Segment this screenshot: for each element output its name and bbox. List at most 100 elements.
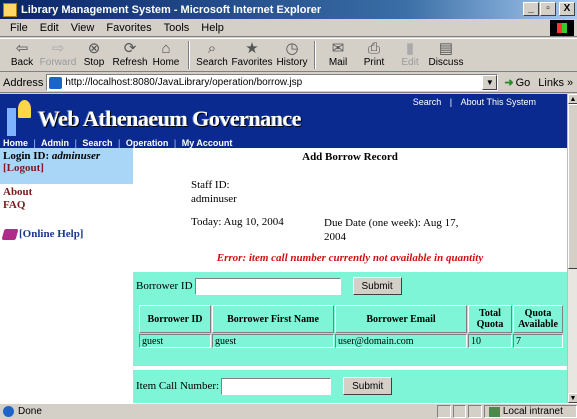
top-links: Search | About This System xyxy=(410,97,539,107)
print-label: Print xyxy=(363,57,385,68)
go-button[interactable]: ➜ Go xyxy=(504,76,531,90)
login-box: Login ID: adminuser [Logout] xyxy=(0,148,133,184)
go-label: Go xyxy=(515,76,531,89)
borrower-id-label: Borrower ID xyxy=(136,280,193,292)
toolbar-separator xyxy=(188,41,190,69)
stop-label: Stop xyxy=(83,57,105,68)
address-input[interactable]: http://localhost:8080/JavaLibrary/operat… xyxy=(46,74,499,91)
refresh-label: Refresh xyxy=(112,57,148,68)
staff-info: Staff ID: adminuser xyxy=(191,178,237,206)
browser-toolbar: ⇦ Back ⇨ Forward ⊗ Stop ⟳ Refresh ⌂ Home… xyxy=(0,38,577,72)
sidebar-item-faq[interactable]: FAQ xyxy=(3,199,130,211)
scrollbar-thumb[interactable] xyxy=(568,104,577,269)
menu-view[interactable]: View xyxy=(65,22,101,34)
nav-separator: | xyxy=(74,138,77,148)
nav-search[interactable]: Search xyxy=(82,138,112,148)
home-icon: ⌂ xyxy=(161,40,171,57)
status-cell xyxy=(468,405,482,418)
mail-label: Mail xyxy=(328,57,348,68)
due-date: Due Date (one week): Aug 17, 2004 xyxy=(324,217,459,243)
printer-icon: ⎙ xyxy=(367,40,380,57)
restore-button[interactable]: ▫ xyxy=(540,2,556,16)
minimize-button[interactable]: _ xyxy=(523,2,539,16)
book-icon xyxy=(1,228,19,240)
address-bar: Address http://localhost:8080/JavaLibrar… xyxy=(0,73,577,93)
col-borrower-id: Borrower ID xyxy=(139,305,211,333)
favorites-button[interactable]: ★ Favorites xyxy=(230,39,274,71)
login-id-value: adminuser xyxy=(51,150,101,162)
mail-button[interactable]: ✉ Mail xyxy=(320,39,356,71)
nav-operation[interactable]: Operation xyxy=(126,138,169,148)
site-name: Web Athenaeum Governance xyxy=(38,106,302,131)
window-controls: _ ▫ X xyxy=(523,2,575,16)
top-link-separator: | xyxy=(449,97,453,107)
menu-tools[interactable]: Tools xyxy=(158,22,196,34)
site-logo-icon xyxy=(7,100,33,136)
security-zone: Local intranet xyxy=(483,405,577,418)
status-bar: Done Local intranet xyxy=(0,403,577,419)
links-button[interactable]: Links » xyxy=(538,77,573,89)
stop-button[interactable]: ⊗ Stop xyxy=(76,39,112,71)
print-button[interactable]: ⎙ Print xyxy=(356,39,392,71)
cell-total-quota: 10 xyxy=(468,334,512,348)
scroll-down-arrow-icon[interactable]: ▼ xyxy=(568,393,577,403)
status-cell xyxy=(452,405,467,418)
top-link-search[interactable]: Search xyxy=(413,97,442,107)
favorites-icon: ★ xyxy=(245,40,259,57)
cell-quota-available: 7 xyxy=(513,334,563,348)
cell-first-name: guest xyxy=(212,334,334,348)
item-submit-button[interactable]: Submit xyxy=(343,377,393,395)
sidebar-item-about[interactable]: About xyxy=(3,186,130,198)
scroll-up-arrow-icon[interactable]: ▲ xyxy=(568,94,577,104)
item-call-number-label: Item Call Number: xyxy=(136,380,220,392)
menu-favorites[interactable]: Favorites xyxy=(100,22,157,34)
zone-label: Local intranet xyxy=(502,406,563,417)
close-button[interactable]: X xyxy=(559,2,575,16)
history-label: History xyxy=(276,57,308,68)
mail-icon: ✉ xyxy=(331,40,345,57)
address-url: http://localhost:8080/JavaLibrary/operat… xyxy=(65,77,303,88)
menu-bar: File Edit View Favorites Tools Help xyxy=(0,19,577,37)
discuss-label: Discuss xyxy=(428,57,464,68)
sidebar-links: About FAQ xyxy=(0,184,133,214)
search-button[interactable]: ⌕ Search xyxy=(194,39,230,71)
item-form: Item Call Number: Submit xyxy=(133,370,567,400)
vertical-scrollbar[interactable]: ▲ ▼ xyxy=(567,94,577,403)
search-label: Search xyxy=(196,57,228,68)
back-button[interactable]: ⇦ Back xyxy=(4,39,40,71)
discuss-button[interactable]: ▤ Discuss xyxy=(428,39,464,71)
col-total-quota: Total Quota xyxy=(468,305,512,333)
nav-separator: | xyxy=(173,138,177,148)
forward-button[interactable]: ⇨ Forward xyxy=(40,39,77,71)
item-call-number-input[interactable] xyxy=(221,377,332,395)
home-button[interactable]: ⌂ Home xyxy=(148,39,184,71)
nav-admin[interactable]: Admin xyxy=(41,138,69,148)
login-id: Login ID: adminuser xyxy=(3,150,130,162)
nav-my-account[interactable]: My Account xyxy=(182,138,233,148)
edit-icon: ▮ xyxy=(405,40,415,57)
home-label: Home xyxy=(152,57,180,68)
cell-email: user@domain.com xyxy=(335,334,467,348)
menu-edit[interactable]: Edit xyxy=(34,22,65,34)
menu-file[interactable]: File xyxy=(4,22,34,34)
menu-help[interactable]: Help xyxy=(195,22,230,34)
error-message: Error: item call number currently not av… xyxy=(216,252,484,264)
top-link-about[interactable]: About This System xyxy=(461,97,536,107)
sidebar: Login ID: adminuser [Logout] About FAQ [… xyxy=(0,148,133,403)
borrower-submit-button[interactable]: Submit xyxy=(352,277,402,295)
address-dropdown-button[interactable]: ▼ xyxy=(482,75,498,90)
edit-button[interactable]: ▮ Edit xyxy=(392,39,428,71)
online-help-link[interactable]: [Online Help] xyxy=(0,214,133,254)
page-title: Add Borrow Record xyxy=(302,151,398,163)
col-quota-available: Quota Available xyxy=(513,305,563,333)
logout-link[interactable]: [Logout] xyxy=(3,162,130,174)
refresh-button[interactable]: ⟳ Refresh xyxy=(112,39,148,71)
forward-arrow-icon: ⇨ xyxy=(51,40,65,57)
history-button[interactable]: ◷ History xyxy=(274,39,310,71)
col-borrower-first-name: Borrower First Name xyxy=(212,305,334,333)
window-title: Library Management System - Microsoft In… xyxy=(21,3,322,16)
borrower-panel: Borrower ID Submit Borrower ID Borrower … xyxy=(133,270,567,366)
borrower-id-input[interactable] xyxy=(194,277,341,295)
nav-home[interactable]: Home xyxy=(3,138,28,148)
page-icon xyxy=(49,76,63,89)
